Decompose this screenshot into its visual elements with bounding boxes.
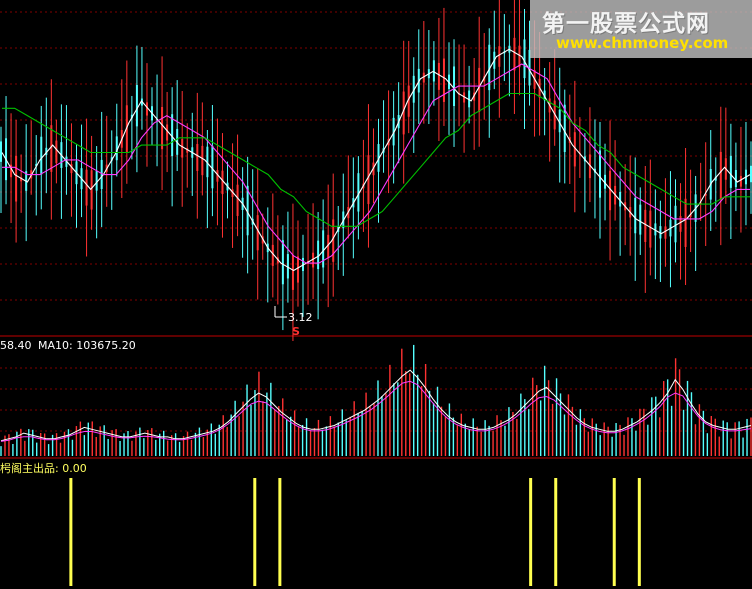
indicator-legend: 枵阁主出品: 0.00: [0, 462, 87, 475]
stock-chart[interactable]: [0, 0, 752, 589]
volume-ma10-line: [0, 380, 752, 442]
price-ma-line-3: [2, 92, 750, 227]
volume-bars: [0, 344, 752, 456]
moving-averages: [1, 48, 751, 272]
watermark-url: www.chnmoney.com: [556, 34, 729, 52]
volume-legend-value: 58.40: [0, 339, 32, 352]
indicator-bars: [69, 478, 641, 586]
price-ma-line-1: [1, 48, 751, 272]
low-price-label: 3.12: [288, 311, 313, 324]
site-watermark: 第一股票公式网 www.chnmoney.com: [530, 0, 752, 58]
grid-lines: [0, 11, 752, 459]
volume-legend-ma10: MA10: 103675.20: [38, 339, 136, 352]
sell-signal-marker: S: [292, 325, 300, 338]
watermark-title: 第一股票公式网: [542, 11, 710, 37]
